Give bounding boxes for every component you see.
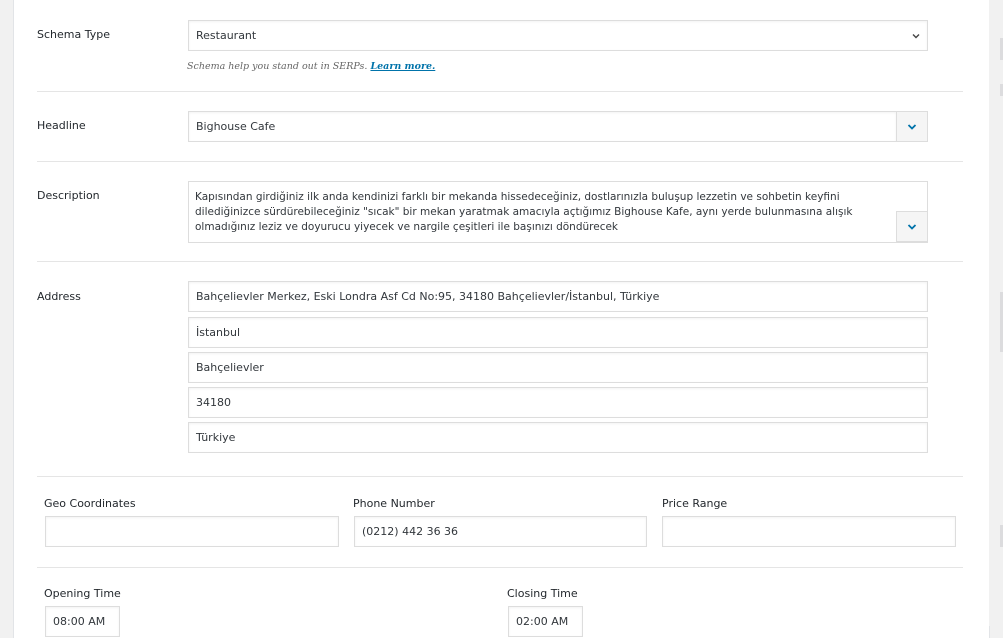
divider bbox=[37, 261, 963, 262]
address-district-input[interactable]: Bahçelievler bbox=[188, 352, 928, 383]
chevron-down-icon bbox=[912, 33, 920, 38]
headline-expand-button[interactable] bbox=[896, 111, 928, 142]
address-street-value: Bahçelievler Merkez, Eski Londra Asf Cd … bbox=[196, 290, 660, 303]
phone-number-value: (0212) 442 36 36 bbox=[362, 525, 459, 538]
address-postal-code-input[interactable]: 34180 bbox=[188, 387, 928, 418]
opening-time-value: 08:00 AM bbox=[53, 615, 106, 628]
headline-value: Bighouse Cafe bbox=[196, 120, 276, 133]
address-postal-code-value: 34180 bbox=[196, 396, 231, 409]
description-expand-button[interactable] bbox=[896, 211, 928, 242]
divider bbox=[37, 161, 963, 162]
chevron-down-icon bbox=[907, 223, 917, 230]
schema-type-select[interactable]: Restaurant bbox=[188, 20, 928, 51]
closing-time-input[interactable]: 02:00 AM bbox=[508, 606, 583, 637]
address-label: Address bbox=[37, 290, 81, 303]
address-street-input[interactable]: Bahçelievler Merkez, Eski Londra Asf Cd … bbox=[188, 281, 928, 312]
address-country-input[interactable]: Türkiye bbox=[188, 422, 928, 453]
divider bbox=[37, 91, 963, 92]
divider bbox=[37, 567, 963, 568]
geo-coordinates-label: Geo Coordinates bbox=[44, 497, 136, 510]
scrollbar-track[interactable] bbox=[989, 0, 1003, 626]
address-district-value: Bahçelievler bbox=[196, 361, 264, 374]
address-city-input[interactable]: İstanbul bbox=[188, 317, 928, 348]
address-city-value: İstanbul bbox=[196, 326, 241, 339]
opening-time-input[interactable]: 08:00 AM bbox=[45, 606, 120, 637]
description-textarea[interactable]: Kapısından girdiğiniz ilk anda kendinizi… bbox=[188, 181, 928, 243]
chevron-down-icon bbox=[907, 123, 917, 130]
divider bbox=[37, 476, 963, 477]
schema-help-message: Schema help you stand out in SERPs. bbox=[187, 61, 368, 72]
description-value: Kapısından girdiğiniz ilk anda kendinizi… bbox=[195, 191, 853, 233]
price-range-input[interactable] bbox=[662, 516, 956, 547]
geo-coordinates-input[interactable] bbox=[45, 516, 339, 547]
schema-help-text: Schema help you stand out in SERPs. Lear… bbox=[187, 61, 435, 72]
description-label: Description bbox=[37, 189, 100, 202]
closing-time-label: Closing Time bbox=[507, 587, 578, 600]
closing-time-value: 02:00 AM bbox=[516, 615, 569, 628]
phone-number-label: Phone Number bbox=[353, 497, 435, 510]
address-country-value: Türkiye bbox=[196, 431, 236, 444]
schema-type-value: Restaurant bbox=[196, 29, 257, 42]
headline-label: Headline bbox=[37, 119, 86, 132]
opening-time-label: Opening Time bbox=[44, 587, 121, 600]
learn-more-link[interactable]: Learn more. bbox=[370, 61, 435, 72]
phone-number-input[interactable]: (0212) 442 36 36 bbox=[354, 516, 647, 547]
headline-input[interactable]: Bighouse Cafe bbox=[188, 111, 897, 142]
schema-type-label: Schema Type bbox=[37, 28, 110, 41]
price-range-label: Price Range bbox=[662, 497, 728, 510]
